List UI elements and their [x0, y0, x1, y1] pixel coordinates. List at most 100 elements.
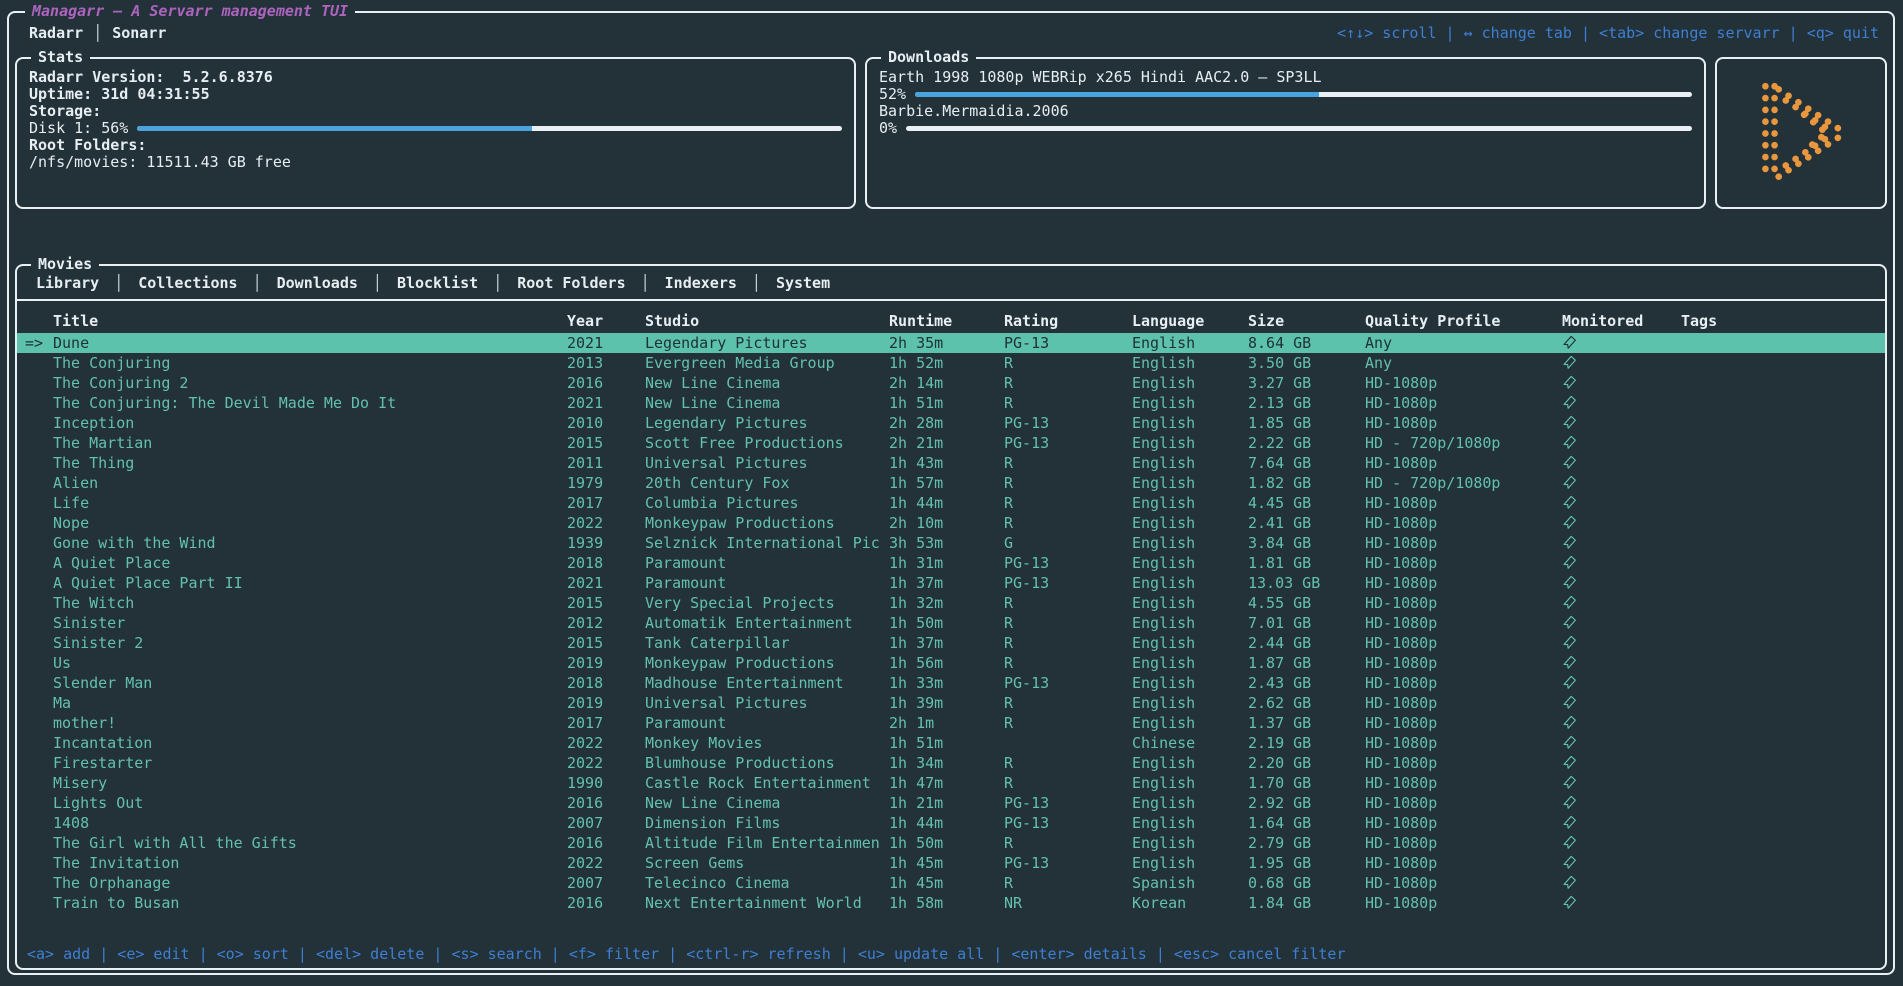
movie-row[interactable]: Nope 2022 Monkeypaw Productions 2h 10m R…: [17, 513, 1885, 533]
movie-row[interactable]: Life 2017 Columbia Pictures 1h 44m R Eng…: [17, 493, 1885, 513]
cell-runtime: 1h 45m: [889, 853, 1004, 873]
cell-title: The Girl with All the Gifts: [53, 833, 567, 853]
movies-tab-bar: Library│Collections│Downloads│Blocklist│…: [17, 274, 1885, 301]
movie-row[interactable]: Lights Out 2016 New Line Cinema 1h 21m P…: [17, 793, 1885, 813]
cell-language: English: [1132, 793, 1248, 813]
movie-row[interactable]: Ma 2019 Universal Pictures 1h 39m R Engl…: [17, 693, 1885, 713]
summary-panels: Stats Radarr Version: 5.2.6.8376 Uptime:…: [9, 47, 1893, 209]
cell-rating: PG-13: [1004, 433, 1132, 453]
cell-title: Lights Out: [53, 793, 567, 813]
cell-language: English: [1132, 433, 1248, 453]
bookmark-icon: [1562, 513, 1577, 530]
selection-prefix: [25, 793, 53, 813]
cell-quality-profile: HD-1080p: [1365, 593, 1562, 613]
movie-row[interactable]: The Girl with All the Gifts 2016 Altitud…: [17, 833, 1885, 853]
cell-monitored: [1562, 413, 1681, 433]
cell-language: English: [1132, 713, 1248, 733]
movie-row[interactable]: => Dune 2021 Legendary Pictures 2h 35m P…: [17, 333, 1885, 353]
movie-row[interactable]: Inception 2010 Legendary Pictures 2h 28m…: [17, 413, 1885, 433]
servarr-tab-sonarr[interactable]: Sonarr: [106, 24, 172, 42]
cell-title: Sinister: [53, 613, 567, 633]
download-progress-bar: [906, 126, 1692, 131]
movie-row[interactable]: The Conjuring 2013 Evergreen Media Group…: [17, 353, 1885, 373]
cell-studio: Universal Pictures: [645, 693, 889, 713]
movie-row[interactable]: The Witch 2015 Very Special Projects 1h …: [17, 593, 1885, 613]
cell-quality-profile: HD-1080p: [1365, 753, 1562, 773]
cell-monitored: [1562, 813, 1681, 833]
cell-language: English: [1132, 373, 1248, 393]
cell-runtime: 1h 44m: [889, 813, 1004, 833]
movie-row[interactable]: Alien 1979 20th Century Fox 1h 57m R Eng…: [17, 473, 1885, 493]
cell-quality-profile: HD-1080p: [1365, 573, 1562, 593]
movie-row[interactable]: The Conjuring: The Devil Made Me Do It 2…: [17, 393, 1885, 413]
disk-usage-label: Disk 1: 56%: [29, 120, 128, 137]
cell-title: Us: [53, 653, 567, 673]
cell-studio: Automatik Entertainment: [645, 613, 889, 633]
movie-row[interactable]: 1408 2007 Dimension Films 1h 44m PG-13 E…: [17, 813, 1885, 833]
cell-studio: New Line Cinema: [645, 393, 889, 413]
servarr-tab-radarr[interactable]: Radarr: [23, 24, 89, 42]
tab-separator: │: [489, 274, 506, 292]
selection-prefix: [25, 433, 53, 453]
download-progress-line: 52%: [879, 86, 1692, 103]
tab-downloads[interactable]: Downloads: [266, 274, 369, 292]
selection-prefix: [25, 893, 53, 913]
bookmark-icon: [1562, 333, 1577, 350]
bookmark-icon: [1562, 413, 1577, 430]
cell-tags: [1681, 413, 1885, 433]
cell-title: A Quiet Place Part II: [53, 573, 567, 593]
movie-row[interactable]: Slender Man 2018 Madhouse Entertainment …: [17, 673, 1885, 693]
tab-indexers[interactable]: Indexers: [654, 274, 748, 292]
movie-row[interactable]: The Conjuring 2 2016 New Line Cinema 2h …: [17, 373, 1885, 393]
movie-row[interactable]: The Thing 2011 Universal Pictures 1h 43m…: [17, 453, 1885, 473]
bookmark-icon: [1562, 533, 1577, 550]
download-item-name: Earth 1998 1080p WEBRip x265 Hindi AAC2.…: [879, 69, 1692, 86]
cell-size: 0.68 GB: [1248, 873, 1365, 893]
movie-row[interactable]: A Quiet Place 2018 Paramount 1h 31m PG-1…: [17, 553, 1885, 573]
cell-title: Alien: [53, 473, 567, 493]
cell-quality-profile: HD-1080p: [1365, 553, 1562, 573]
cell-rating: R: [1004, 713, 1132, 733]
cell-quality-profile: HD-1080p: [1365, 813, 1562, 833]
tab-collections[interactable]: Collections: [127, 274, 248, 292]
tab-library[interactable]: Library: [25, 274, 110, 292]
cell-tags: [1681, 553, 1885, 573]
movies-table-header: Title Year Studio Runtime Rating Languag…: [17, 311, 1885, 331]
cell-studio: Tank Caterpillar: [645, 633, 889, 653]
cell-year: 2011: [567, 453, 645, 473]
cell-runtime: 1h 51m: [889, 733, 1004, 753]
movie-row[interactable]: A Quiet Place Part II 2021 Paramount 1h …: [17, 573, 1885, 593]
movie-row[interactable]: Firestarter 2022 Blumhouse Productions 1…: [17, 753, 1885, 773]
cell-rating: PG-13: [1004, 413, 1132, 433]
cell-quality-profile: HD-1080p: [1365, 653, 1562, 673]
movie-row[interactable]: Us 2019 Monkeypaw Productions 1h 56m R E…: [17, 653, 1885, 673]
movie-row[interactable]: The Martian 2015 Scott Free Productions …: [17, 433, 1885, 453]
movie-row[interactable]: Gone with the Wind 1939 Selznick Interna…: [17, 533, 1885, 553]
cell-runtime: 2h 14m: [889, 373, 1004, 393]
movie-row[interactable]: mother! 2017 Paramount 2h 1m R English 1…: [17, 713, 1885, 733]
cell-rating: R: [1004, 453, 1132, 473]
tab-system[interactable]: System: [765, 274, 841, 292]
servarr-tabs: Radarr│Sonarr: [23, 24, 172, 42]
movie-row[interactable]: The Invitation 2022 Screen Gems 1h 45m P…: [17, 853, 1885, 873]
movie-row[interactable]: Train to Busan 2016 Next Entertainment W…: [17, 893, 1885, 913]
cell-monitored: [1562, 653, 1681, 673]
movie-row[interactable]: The Orphanage 2007 Telecinco Cinema 1h 4…: [17, 873, 1885, 893]
movie-row[interactable]: Misery 1990 Castle Rock Entertainment 1h…: [17, 773, 1885, 793]
cell-monitored: [1562, 513, 1681, 533]
cell-tags: [1681, 833, 1885, 853]
cell-monitored: [1562, 853, 1681, 873]
cell-quality-profile: HD - 720p/1080p: [1365, 473, 1562, 493]
cell-tags: [1681, 713, 1885, 733]
cell-tags: [1681, 573, 1885, 593]
cell-year: 2021: [567, 333, 645, 353]
movie-row[interactable]: Sinister 2 2015 Tank Caterpillar 1h 37m …: [17, 633, 1885, 653]
cell-rating: R: [1004, 833, 1132, 853]
movie-row[interactable]: Incantation 2022 Monkey Movies 1h 51m Ch…: [17, 733, 1885, 753]
cell-year: 2018: [567, 553, 645, 573]
cell-runtime: 1h 33m: [889, 673, 1004, 693]
tab-root-folders[interactable]: Root Folders: [506, 274, 636, 292]
movie-row[interactable]: Sinister 2012 Automatik Entertainment 1h…: [17, 613, 1885, 633]
cell-tags: [1681, 753, 1885, 773]
tab-blocklist[interactable]: Blocklist: [386, 274, 489, 292]
